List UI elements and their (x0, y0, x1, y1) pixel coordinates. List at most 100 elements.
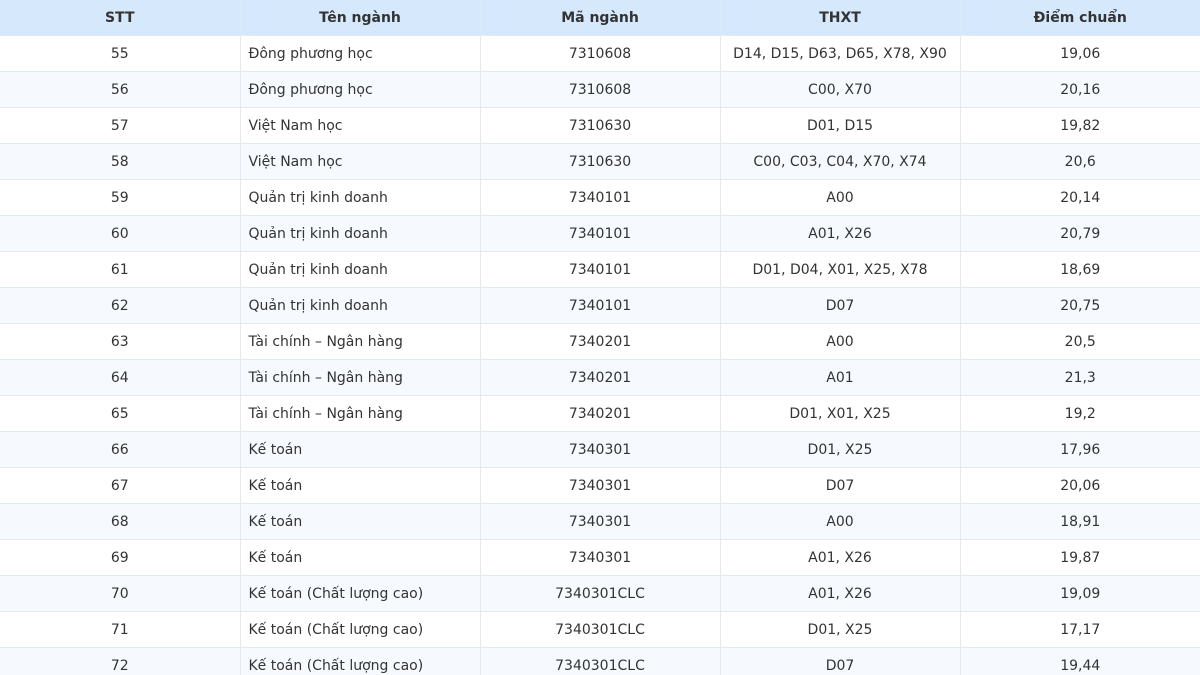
header-row: STT Tên ngành Mã ngành THXT Điểm chuẩn (0, 0, 1200, 36)
header-stt: STT (0, 0, 241, 36)
cell-cutoff-score: 17,96 (960, 431, 1200, 468)
cell-major-code: 7340201 (480, 359, 721, 396)
cell-major-code: 7310630 (480, 143, 721, 180)
cell-major-name: Quản trị kinh doanh (240, 251, 481, 288)
cell-stt: 56 (0, 71, 241, 108)
cell-major-name: Kế toán (240, 467, 481, 504)
cell-major-name: Việt Nam học (240, 143, 481, 180)
cell-stt: 71 (0, 611, 241, 648)
cell-major-name: Kế toán (240, 431, 481, 468)
cell-cutoff-score: 18,91 (960, 503, 1200, 540)
cell-stt: 66 (0, 431, 241, 468)
cell-major-name: Kế toán (240, 503, 481, 540)
cell-cutoff-score: 20,06 (960, 467, 1200, 504)
table-row: 57 Việt Nam học 7310630 D01, D15 19,82 (0, 107, 1200, 144)
cell-major-name: Quản trị kinh doanh (240, 179, 481, 216)
cell-subject-combination: D07 (720, 647, 961, 675)
cell-major-code: 7340201 (480, 323, 721, 360)
table-row: 72 Kế toán (Chất lượng cao) 7340301CLC D07 1… (0, 647, 1200, 675)
cell-cutoff-score: 20,14 (960, 179, 1200, 216)
cell-major-code: 7340101 (480, 251, 721, 288)
cell-subject-combination: C00, X70 (720, 71, 961, 108)
cell-stt: 65 (0, 395, 241, 432)
header-major-name: Tên ngành (240, 0, 481, 36)
cell-subject-combination: D07 (720, 467, 961, 504)
cell-major-code: 7340101 (480, 287, 721, 324)
table-row: 69 Kế toán 7340301 A01, X26 19,87 (0, 539, 1200, 576)
table-row: 60 Quản trị kinh doanh 7340101 A01, X26 20,7… (0, 215, 1200, 252)
table-row: 67 Kế toán 7340301 D07 20,06 (0, 467, 1200, 504)
cell-cutoff-score: 20,16 (960, 71, 1200, 108)
cell-major-name: Việt Nam học (240, 107, 481, 144)
cell-major-name: Kế toán (240, 539, 481, 576)
cell-cutoff-score: 19,2 (960, 395, 1200, 432)
cell-cutoff-score: 19,09 (960, 575, 1200, 612)
cell-subject-combination: D07 (720, 287, 961, 324)
cell-major-name: Quản trị kinh doanh (240, 215, 481, 252)
cell-major-name: Đông phương học (240, 35, 481, 72)
cell-stt: 60 (0, 215, 241, 252)
cell-subject-combination: A01 (720, 359, 961, 396)
table-row: 59 Quản trị kinh doanh 7340101 A00 20,14 (0, 179, 1200, 216)
cell-cutoff-score: 20,6 (960, 143, 1200, 180)
table-row: 58 Việt Nam học 7310630 C00, C03, C04, X70,… (0, 143, 1200, 180)
cell-stt: 72 (0, 647, 241, 675)
cell-major-name: Tài chính – Ngân hàng (240, 323, 481, 360)
cell-cutoff-score: 20,5 (960, 323, 1200, 360)
cell-major-code: 7310608 (480, 35, 721, 72)
cell-major-name: Kế toán (Chất lượng cao) (240, 611, 481, 648)
cell-major-name: Quản trị kinh doanh (240, 287, 481, 324)
cell-major-name: Kế toán (Chất lượng cao) (240, 575, 481, 612)
cell-stt: 55 (0, 35, 241, 72)
cell-major-code: 7340301CLC (480, 575, 721, 612)
cell-major-code: 7340201 (480, 395, 721, 432)
table-body: 55 Đông phương học 7310608 D14, D15, D63, D… (0, 35, 1200, 675)
cell-subject-combination: D14, D15, D63, D65, X78, X90 (720, 35, 961, 72)
cell-major-code: 7340301 (480, 539, 721, 576)
cell-major-code: 7340301 (480, 503, 721, 540)
cell-major-code: 7340301 (480, 431, 721, 468)
cell-cutoff-score: 17,17 (960, 611, 1200, 648)
cell-major-code: 7310608 (480, 71, 721, 108)
cell-subject-combination: D01, X25 (720, 611, 961, 648)
cell-major-code: 7310630 (480, 107, 721, 144)
cell-stt: 69 (0, 539, 241, 576)
cell-stt: 58 (0, 143, 241, 180)
table-row: 70 Kế toán (Chất lượng cao) 7340301CLC A01,… (0, 575, 1200, 612)
cell-major-code: 7340101 (480, 179, 721, 216)
cell-cutoff-score: 20,79 (960, 215, 1200, 252)
cell-subject-combination: D01, X01, X25 (720, 395, 961, 432)
cell-stt: 64 (0, 359, 241, 396)
table-row: 63 Tài chính – Ngân hàng 7340201 A00 20,5 (0, 323, 1200, 360)
header-subject-combination: THXT (720, 0, 961, 36)
table-row: 68 Kế toán 7340301 A00 18,91 (0, 503, 1200, 540)
cell-subject-combination: A01, X26 (720, 215, 961, 252)
cell-cutoff-score: 18,69 (960, 251, 1200, 288)
table-row: 64 Tài chính – Ngân hàng 7340201 A01 21,3 (0, 359, 1200, 396)
cell-subject-combination: D01, X25 (720, 431, 961, 468)
cell-stt: 63 (0, 323, 241, 360)
cell-subject-combination: A00 (720, 179, 961, 216)
cell-subject-combination: A01, X26 (720, 575, 961, 612)
cell-subject-combination: C00, C03, C04, X70, X74 (720, 143, 961, 180)
cell-subject-combination: A01, X26 (720, 539, 961, 576)
table-row: 55 Đông phương học 7310608 D14, D15, D63, D… (0, 35, 1200, 72)
cell-stt: 57 (0, 107, 241, 144)
cell-major-name: Tài chính – Ngân hàng (240, 395, 481, 432)
admission-scores-table: STT Tên ngành Mã ngành THXT Điểm chuẩn 5… (0, 0, 1200, 675)
table-row: 71 Kế toán (Chất lượng cao) 7340301CLC D01,… (0, 611, 1200, 648)
cell-major-code: 7340301 (480, 467, 721, 504)
cell-major-name: Đông phương học (240, 71, 481, 108)
cell-cutoff-score: 20,75 (960, 287, 1200, 324)
cell-stt: 61 (0, 251, 241, 288)
cell-stt: 67 (0, 467, 241, 504)
cell-stt: 59 (0, 179, 241, 216)
cell-cutoff-score: 19,44 (960, 647, 1200, 675)
table-header: STT Tên ngành Mã ngành THXT Điểm chuẩn (0, 0, 1200, 36)
cell-major-name: Kế toán (Chất lượng cao) (240, 647, 481, 675)
cell-subject-combination: A00 (720, 323, 961, 360)
cell-cutoff-score: 19,06 (960, 35, 1200, 72)
cell-stt: 68 (0, 503, 241, 540)
table-row: 66 Kế toán 7340301 D01, X25 17,96 (0, 431, 1200, 468)
cell-major-name: Tài chính – Ngân hàng (240, 359, 481, 396)
